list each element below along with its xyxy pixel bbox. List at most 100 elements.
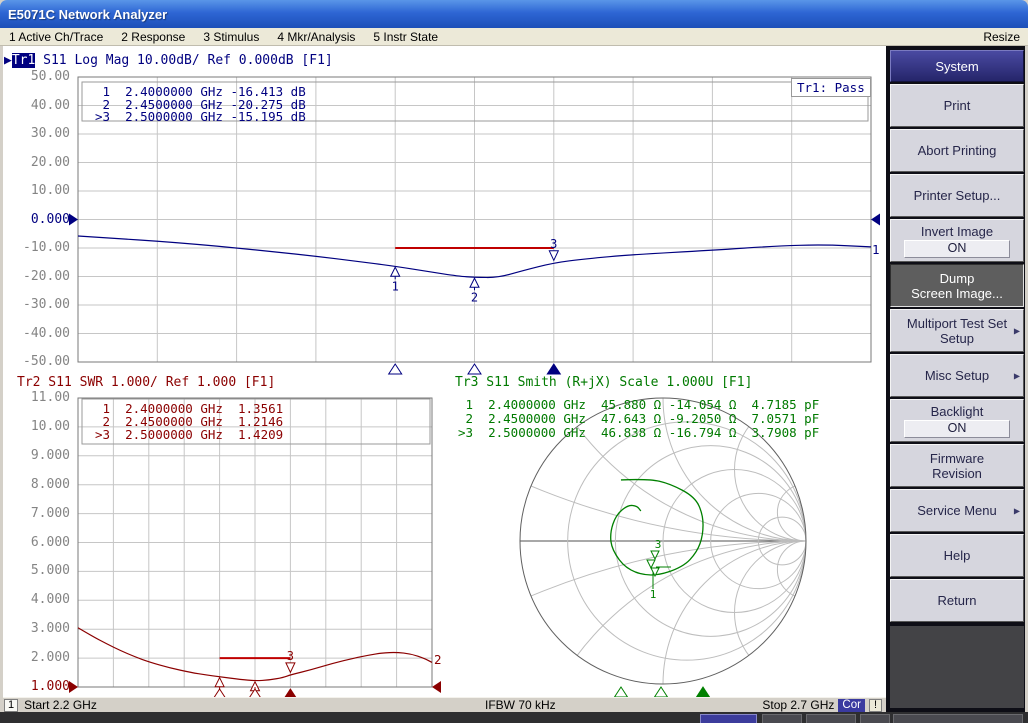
channel-number-badge: 1 (4, 699, 18, 712)
softkey-help[interactable]: Help (890, 534, 1024, 577)
tr3-trace (611, 480, 703, 575)
charts-graphics: 12312331 (0, 46, 886, 697)
marker-number-label: 2 (471, 290, 478, 304)
menu-item-2[interactable]: 2 Response (112, 30, 194, 44)
tr1-y-axis-tick: -30.00 (6, 297, 70, 313)
marker-triangle (286, 663, 295, 673)
submenu-arrow-icon: ▶ (1014, 323, 1020, 338)
tr1-name: Tr1 (12, 53, 35, 68)
tr1-y-axis-tick: 40.00 (6, 98, 70, 114)
tr2-y-axis-tick: 4.000 (6, 592, 70, 608)
softkey-firmware-revision[interactable]: FirmwareRevision (890, 444, 1024, 487)
marker-triangle (470, 278, 479, 287)
app-window: E5071C Network Analyzer 1 Active Ch/Trac… (0, 0, 1028, 723)
menu-item-3[interactable]: 3 Stimulus (194, 30, 268, 44)
tr1-axis-marker-triangle (547, 364, 560, 374)
smith-reactance-arc (663, 541, 886, 697)
window-frame-left (0, 46, 3, 712)
status-strip-box (806, 714, 856, 723)
softkey-print[interactable]: Print (890, 84, 1024, 127)
resize-button[interactable]: Resize (975, 30, 1028, 44)
tr1-y-axis-tick: 30.00 (6, 126, 70, 142)
status-strip-box (860, 714, 890, 723)
instrument-status-strip (0, 712, 1028, 723)
softkey-label: Screen Image... (911, 286, 1003, 301)
window-title: E5071C Network Analyzer (0, 7, 167, 22)
tr3-marker-number-label: 1 (650, 588, 657, 601)
tr3-axis-marker-triangle (615, 687, 628, 697)
status-bar-right: Stop 2.7 GHz Cor ! (762, 698, 886, 712)
menu-item-5[interactable]: 5 Instr State (364, 30, 447, 44)
tr2-trace-number: 2 (434, 652, 442, 667)
tr2-y-axis-tick: 5.000 (6, 563, 70, 579)
active-trace-arrow-icon: ▶ (4, 53, 12, 68)
softkey-label: Backlight (931, 404, 984, 419)
tr2-axis-marker-triangle (284, 689, 297, 697)
softkey-multiport-test-set-setup[interactable]: Multiport Test SetSetup▶ (890, 309, 1024, 352)
smith-reactance-arc (91, 541, 886, 697)
softkey-label: Multiport Test Set (907, 316, 1007, 331)
softkey-toggle-state[interactable]: ON (904, 240, 1010, 258)
softkey-return[interactable]: Return (890, 579, 1024, 622)
softkey-label: Service Menu (917, 503, 996, 518)
status-strip-box (700, 714, 757, 723)
stop-frequency-label: Stop 2.7 GHz (762, 698, 834, 712)
softkey-abort-printing[interactable]: Abort Printing (890, 129, 1024, 172)
softkey-printer-setup[interactable]: Printer Setup... (890, 174, 1024, 217)
tr1-y-axis-tick: -10.00 (6, 240, 70, 256)
tr2-y-axis-tick: 8.000 (6, 477, 70, 493)
softkey-label: Print (944, 98, 971, 113)
softkey-toggle-state[interactable]: ON (904, 420, 1010, 438)
analyzer-screen: 12312331 ▶Tr1 S11 Log Mag 10.00dB/ Ref 0… (0, 46, 886, 697)
marker-triangle (215, 678, 224, 687)
tr1-y-axis-tick: -20.00 (6, 269, 70, 285)
softkey-label: Return (937, 593, 976, 608)
menu-item-1[interactable]: 1 Active Ch/Trace (0, 30, 112, 44)
softkey-invert-image[interactable]: Invert ImageON (890, 219, 1024, 262)
tr3-header[interactable]: Tr3 S11 Smith (R+jX) Scale 1.000U [F1] (455, 375, 752, 390)
softkey-label: Help (944, 548, 971, 563)
alert-button[interactable]: ! (869, 699, 882, 712)
tr3-marker-table-row: 2 2.4500000 GHz 47.643 Ω -9.2050 Ω 7.057… (458, 412, 819, 425)
tr2-y-axis-tick: 7.000 (6, 506, 70, 522)
tr2-y-axis-tick: 6.000 (6, 535, 70, 551)
submenu-arrow-icon: ▶ (1014, 503, 1020, 518)
tr1-pass-indicator: Tr1: Pass (791, 78, 871, 97)
tr1-ref-arrow-left (69, 214, 78, 226)
tr2-y-axis-tick: 2.000 (6, 650, 70, 666)
status-strip-box (893, 714, 1023, 723)
softkey-label: Revision (932, 466, 982, 481)
softkey-misc-setup[interactable]: Misc Setup▶ (890, 354, 1024, 397)
tr2-y-axis-tick: 3.000 (6, 621, 70, 637)
softkey-label: Misc Setup (925, 368, 989, 383)
tr2-marker-table-row: >3 2.5000000 GHz 1.4209 (95, 428, 283, 441)
menu-bar: 1 Active Ch/Trace2 Response3 Stimulus4 M… (0, 28, 1028, 46)
tr1-y-axis-tick: 20.00 (6, 155, 70, 171)
tr3-axis-marker-triangle (655, 687, 668, 697)
tr1-marker-table-row: >3 2.5000000 GHz -15.195 dB (95, 110, 306, 123)
softkey-dump-screen-image[interactable]: DumpScreen Image... (890, 264, 1024, 307)
menu-item-4[interactable]: 4 Mkr/Analysis (268, 30, 364, 44)
window-titlebar: E5071C Network Analyzer (0, 0, 1028, 28)
ifbw-label: IFBW 70 kHz (485, 698, 556, 712)
softkey-label: Invert Image (921, 224, 993, 239)
tr2-marker-table-row: 2 2.4500000 GHz 1.2146 (95, 415, 283, 428)
softkey-service-menu[interactable]: Service Menu ▶ (890, 489, 1024, 532)
marker-number-label: 3 (287, 649, 294, 663)
tr2-y-axis-tick: 11.00 (6, 390, 70, 406)
status-bar: 1 Start 2.2 GHz IFBW 70 kHz Stop 2.7 GHz… (0, 697, 886, 712)
softkey-menu: System PrintAbort PrintingPrinter Setup.… (886, 46, 1028, 712)
marker-number-label: 1 (392, 279, 399, 293)
tr2-ref-arrow-right (432, 681, 441, 693)
tr1-header[interactable]: ▶Tr1 S11 Log Mag 10.00dB/ Ref 0.000dB [F… (4, 53, 333, 68)
tr1-y-axis-tick: 10.00 (6, 183, 70, 199)
softkey-label: Dump (940, 271, 975, 286)
tr1-y-axis-tick: 0.000 (6, 212, 70, 228)
marker-triangle (391, 267, 400, 276)
tr3-axis-marker-triangle (697, 687, 710, 697)
status-strip-box (762, 714, 802, 723)
tr2-header[interactable]: Tr2 S11 SWR 1.000/ Ref 1.000 [F1] (17, 375, 275, 390)
softkey-backlight[interactable]: BacklightON (890, 399, 1024, 442)
smith-reactance-arc (520, 46, 886, 541)
start-frequency-label: Start 2.2 GHz (24, 698, 97, 712)
